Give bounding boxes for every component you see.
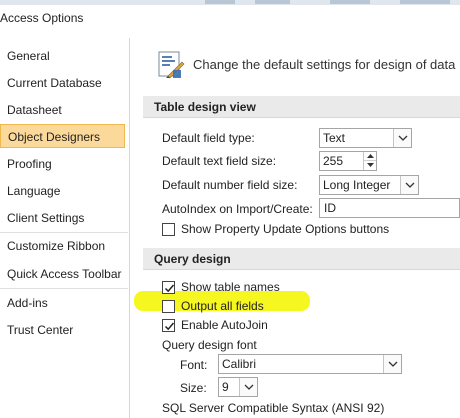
- query-design-font-heading: Query design font: [162, 338, 257, 352]
- nav-item-proofing[interactable]: Proofing: [0, 152, 125, 176]
- show-table-names-label: Show table names: [181, 280, 280, 294]
- query-font-size-value: 9: [222, 380, 229, 394]
- size-label: Size:: [180, 381, 207, 395]
- sql-compatible-syntax-heading: SQL Server Compatible Syntax (ANSI 92): [162, 401, 385, 415]
- nav-item-trust-center[interactable]: Trust Center: [0, 318, 125, 342]
- nav-item-current-database[interactable]: Current Database: [0, 71, 125, 95]
- chevron-down-icon[interactable]: [239, 378, 257, 396]
- query-font-size-dropdown[interactable]: 9: [218, 377, 258, 397]
- enable-autojoin-label: Enable AutoJoin: [181, 318, 268, 332]
- nav-item-add-ins[interactable]: Add-ins: [0, 291, 125, 315]
- window-title: Access Options: [0, 11, 84, 25]
- nav-item-datasheet[interactable]: Datasheet: [0, 98, 125, 122]
- chevron-down-icon[interactable]: [383, 355, 401, 373]
- show-table-names-checkbox[interactable]: [162, 281, 175, 294]
- query-font-value: Calibri: [222, 357, 257, 371]
- query-design-group: Show table names Output all fields Enabl…: [131, 38, 460, 418]
- output-all-fields-checkbox[interactable]: [162, 300, 175, 313]
- enable-autojoin-checkbox[interactable]: [162, 319, 175, 332]
- options-nav: General Current Database Datasheet Objec…: [0, 38, 130, 418]
- nav-divider: [0, 232, 128, 233]
- nav-item-quick-access-toolbar[interactable]: Quick Access Toolbar: [0, 262, 125, 286]
- font-label: Font:: [180, 358, 208, 372]
- nav-divider: [0, 288, 128, 289]
- nav-item-object-designers[interactable]: Object Designers: [0, 124, 125, 148]
- title-bar: Access Options: [0, 5, 460, 31]
- nav-item-client-settings[interactable]: Client Settings: [0, 206, 125, 230]
- output-all-fields-label: Output all fields: [181, 299, 264, 313]
- nav-item-customize-ribbon[interactable]: Customize Ribbon: [0, 234, 125, 258]
- nav-item-language[interactable]: Language: [0, 179, 125, 203]
- nav-item-general[interactable]: General: [0, 44, 125, 68]
- query-font-dropdown[interactable]: Calibri: [218, 354, 402, 374]
